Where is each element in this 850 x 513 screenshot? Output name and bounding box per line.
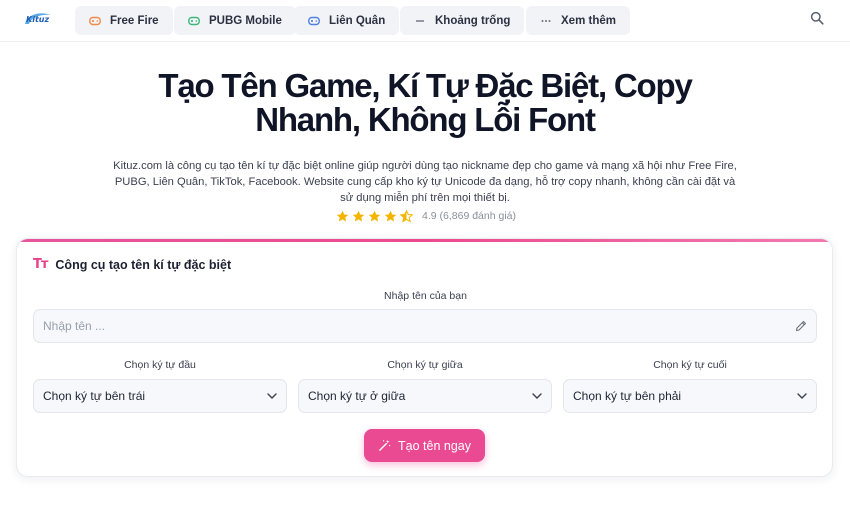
- select-value: Chọn ký tự ở giữa: [308, 389, 406, 403]
- page-title: Tạo Tên Game, Kí Tự Đặc Biệt, Copy Nhanh…: [100, 69, 750, 137]
- select-value: Chọn ký tự bên trái: [43, 389, 146, 403]
- prefix-select-label: Chọn ký tự đầu: [124, 359, 196, 371]
- star-half-icon: [400, 209, 413, 223]
- card-accent-bar: [17, 239, 832, 242]
- prefix-select[interactable]: Chọn ký tự bên trái: [33, 379, 287, 413]
- nav-label: Khoảng trống: [435, 14, 511, 27]
- rating-text: 4.9 (6,869 đánh giá): [422, 210, 516, 222]
- title-line-2: Nhanh, Không Lỗi Font: [255, 101, 596, 138]
- nav-label: Xem thêm: [561, 14, 616, 27]
- pencil-icon: [795, 320, 807, 332]
- name-input-label: Nhập tên của bạn: [384, 290, 467, 302]
- select-value: Chọn ký tự bên phải: [573, 389, 682, 403]
- middle-select[interactable]: Chọn ký tự ở giữa: [298, 379, 552, 413]
- nav-pubg-mobile[interactable]: PUBG Mobile: [174, 6, 296, 35]
- page-description: Kituz.com là công cụ tạo tên kí tự đặc b…: [113, 160, 737, 204]
- star-icon: [336, 210, 349, 222]
- search-icon[interactable]: [810, 11, 824, 25]
- nav-khoang-trong[interactable]: Khoảng trống: [400, 6, 525, 35]
- nav-free-fire[interactable]: Free Fire: [75, 6, 173, 35]
- gamepad-icon: [188, 16, 200, 26]
- nav-label: PUBG Mobile: [209, 14, 282, 27]
- more-icon: [540, 16, 552, 26]
- title-line-1: Tạo Tên Game, Kí Tự Đặc Biệt, Copy: [158, 67, 692, 104]
- chevron-down-icon: [797, 393, 807, 399]
- button-label: Tạo tên ngay: [398, 438, 471, 453]
- nav-label: Liên Quân: [329, 14, 386, 27]
- name-input[interactable]: [33, 309, 817, 343]
- top-navbar: Kituz Free Fire PUBG Mobile Liên Quân Kh…: [0, 0, 850, 42]
- magic-wand-icon: [379, 439, 391, 451]
- text-style-icon: Tт: [33, 257, 48, 272]
- rating: 4.9 (6,869 đánh giá): [336, 208, 516, 224]
- generate-name-button[interactable]: Tạo tên ngay: [364, 429, 485, 462]
- nav-label: Free Fire: [110, 14, 159, 27]
- chevron-down-icon: [532, 393, 542, 399]
- svg-text:Kituz: Kituz: [26, 15, 49, 24]
- suffix-select-label: Chọn ký tự cuối: [653, 359, 727, 371]
- gamepad-icon: [89, 16, 101, 26]
- card-title: Công cụ tạo tên kí tự đặc biệt: [55, 257, 232, 272]
- minus-icon: [414, 16, 426, 26]
- gamepad-icon: [308, 16, 320, 26]
- star-icon: [384, 210, 397, 222]
- kituz-logo[interactable]: Kituz: [22, 10, 54, 28]
- nav-xem-them[interactable]: Xem thêm: [526, 6, 630, 35]
- nav-lien-quan[interactable]: Liên Quân: [294, 6, 400, 35]
- chevron-down-icon: [267, 393, 277, 399]
- star-icon: [368, 210, 381, 222]
- card-header: Tт Công cụ tạo tên kí tự đặc biệt: [33, 257, 231, 272]
- suffix-select[interactable]: Chọn ký tự bên phải: [563, 379, 817, 413]
- star-icon: [352, 210, 365, 222]
- name-generator-card: Tт Công cụ tạo tên kí tự đặc biệt Nhập t…: [16, 238, 833, 477]
- middle-select-label: Chọn ký tự giữa: [387, 359, 463, 371]
